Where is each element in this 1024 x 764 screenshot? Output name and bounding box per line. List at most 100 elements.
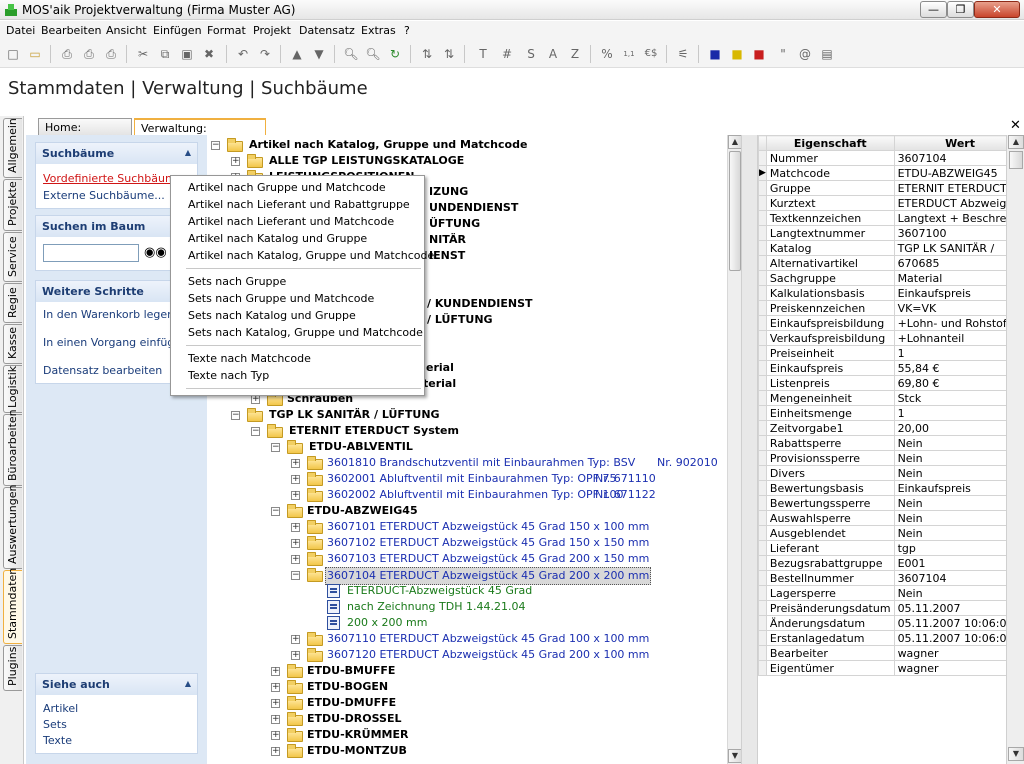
row-indicator[interactable] [758,390,767,406]
expand-icon[interactable]: + [291,459,300,468]
expand-icon[interactable]: + [271,683,280,692]
scroll-thumb[interactable] [729,151,741,271]
panel-header[interactable]: Suchbäume ▲ [36,143,197,164]
property-row[interactable]: KurztextETERDUCT Abzweigstück [758,195,1006,211]
cut-icon[interactable]: ✂ [134,45,152,63]
collapse-icon[interactable]: − [291,571,300,580]
expand-icon[interactable]: + [291,523,300,532]
property-row[interactable]: Preiskennzeichen VK=VK [758,300,1006,316]
property-row[interactable]: Provisionssperre Nein [758,450,1006,466]
property-row[interactable]: Preisänderungsdatum 05.11.2007 [758,600,1006,616]
scroll-thumb[interactable] [1009,151,1023,169]
property-row[interactable]: Bearbeiter wagner [758,645,1006,661]
row-indicator[interactable] [758,330,767,346]
property-value[interactable]: Langtext + Beschreibung [893,210,1006,226]
property-value[interactable]: Einkaufspreis [893,285,1006,301]
collapse-icon[interactable]: ▲ [185,679,191,688]
column-header-wert[interactable]: Wert [893,135,1006,151]
arrow-up-icon[interactable]: ▲ [288,45,306,63]
expand-icon[interactable]: + [291,635,300,644]
collapse-icon[interactable]: ▲ [185,148,191,157]
property-value[interactable]: 3607104 [893,150,1006,166]
property-value[interactable]: 20,00 [893,420,1006,436]
row-indicator[interactable] [758,525,767,541]
property-row[interactable]: Langtextnummer 3607100 [758,225,1006,241]
expand-icon[interactable]: + [291,651,300,660]
expand-icon[interactable]: + [251,395,260,404]
property-row[interactable]: Bestellnummer 3607104 [758,570,1006,586]
expand-icon[interactable]: + [271,731,280,740]
open-folder-icon[interactable]: ▭ [26,45,44,63]
paste-icon[interactable]: ▣ [178,45,196,63]
row-indicator[interactable] [758,450,767,466]
percent-icon[interactable]: % [598,45,616,63]
panel-splitter[interactable] [741,135,758,764]
property-row[interactable]: Nummer 3607104 [758,150,1006,166]
user-blue-icon[interactable]: ■ [706,45,724,63]
sort-za-icon[interactable]: ⇅ [440,45,458,63]
tree-search-input[interactable] [43,244,139,262]
property-row[interactable]: Bewertungsbasis Einkaufspreis [758,480,1006,496]
tab-kasse[interactable]: Kasse [3,324,22,364]
property-row[interactable]: Lieferant tgp [758,540,1006,556]
row-indicator[interactable] [758,345,767,361]
minimize-button[interactable]: — [920,1,947,18]
property-row[interactable]: Rabattsperre Nein [758,435,1006,451]
link-datensatz-bearbeiten[interactable]: Datensatz bearbeiten [43,364,162,377]
menu-item-sets-gruppe-matchcode[interactable]: Sets nach Gruppe und Matchcode [188,292,374,305]
property-value[interactable]: 1 [893,405,1006,421]
delete-icon[interactable]: ✖ [200,45,218,63]
collapse-icon[interactable]: − [271,443,280,452]
property-value[interactable]: 05.11.2007 10:06:07 [893,615,1006,631]
new-file-icon[interactable]: □ [4,45,22,63]
property-value[interactable]: Nein [893,585,1006,601]
decimal-format-icon[interactable]: 1,1 [620,45,638,63]
row-indicator[interactable] [758,240,767,256]
property-value[interactable]: wagner [893,645,1006,661]
row-indicator[interactable] [758,405,767,421]
print-setup-icon[interactable]: ⎙ [102,45,120,63]
row-indicator[interactable] [758,195,767,211]
row-indicator[interactable] [758,420,767,436]
menu-datensatz[interactable]: Datensatz [299,24,355,37]
panel-header[interactable]: Siehe auch ▲ [36,674,197,695]
user-yellow-icon[interactable]: ■ [728,45,746,63]
currency-icon[interactable]: €$ [642,45,660,63]
tab-regie[interactable]: Regie [3,283,22,323]
scroll-down-icon[interactable]: ▼ [1008,747,1024,761]
property-row[interactable]: Ausgeblendet Nein [758,525,1006,541]
row-indicator[interactable] [758,360,767,376]
menu-ansicht[interactable]: Ansicht [106,24,147,37]
find-next-icon[interactable]: 🔍︎ [364,45,382,63]
property-value[interactable]: Nein [893,495,1006,511]
property-row[interactable]: Bezugsrabattgruppe E001 [758,555,1006,571]
property-value[interactable]: 05.11.2007 [893,600,1006,616]
property-row[interactable]: Lagersperre Nein [758,585,1006,601]
menu-item-sets-gruppe[interactable]: Sets nach Gruppe [188,275,286,288]
row-indicator[interactable] [758,630,767,646]
menu-item-artikel-katalog-gruppe[interactable]: Artikel nach Katalog und Gruppe [188,232,367,245]
row-indicator[interactable] [758,645,767,661]
menu-einfuegen[interactable]: Einfügen [153,24,202,37]
property-value[interactable]: Nein [893,450,1006,466]
row-indicator[interactable] [758,660,767,676]
refresh-icon[interactable]: ↻ [386,45,404,63]
expand-icon[interactable]: + [291,475,300,484]
collapse-icon[interactable]: − [231,411,240,420]
menu-item-texte-matchcode[interactable]: Texte nach Matchcode [188,352,311,365]
property-value[interactable]: VK=VK [893,300,1006,316]
property-value[interactable]: 55,84 € [893,360,1006,376]
tab-logistik[interactable]: Logistik [3,365,22,413]
format-a-icon[interactable]: A [544,45,562,63]
link-warenkorb[interactable]: In den Warenkorb legen [43,308,174,321]
row-indicator[interactable] [758,435,767,451]
row-indicator[interactable] [758,570,767,586]
expand-icon[interactable]: + [271,715,280,724]
text-format-icon[interactable]: T [474,45,492,63]
link-vorgang-einfuegen[interactable]: In einen Vorgang einfügen [43,336,188,349]
tab-service[interactable]: Service [3,232,22,282]
row-indicator[interactable] [758,615,767,631]
row-indicator[interactable] [758,150,767,166]
expand-icon[interactable]: + [271,667,280,676]
link-sets[interactable]: Sets [43,718,67,731]
